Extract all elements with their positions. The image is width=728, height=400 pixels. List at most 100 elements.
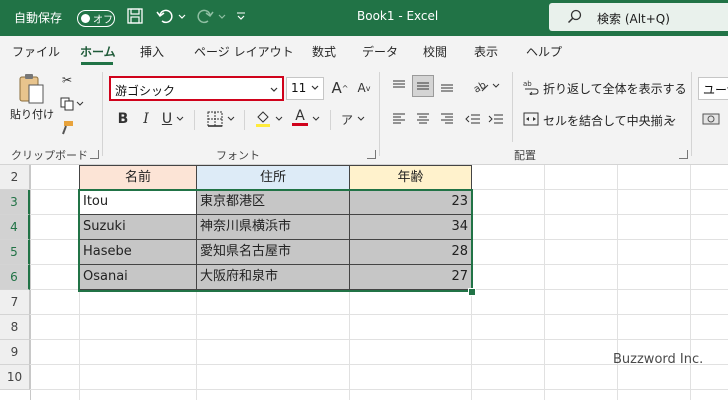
gridline xyxy=(30,314,728,315)
fill-handle[interactable] xyxy=(468,288,476,296)
underline-dropdown-icon[interactable] xyxy=(174,108,186,130)
divider xyxy=(102,72,103,156)
borders-icon[interactable] xyxy=(204,108,226,130)
save-icon[interactable] xyxy=(126,7,146,27)
number-format-value: ユーザ xyxy=(703,83,728,97)
accounting-format-icon[interactable] xyxy=(700,108,722,130)
row-header[interactable]: 6 xyxy=(0,265,30,290)
increase-indent-icon[interactable] xyxy=(485,108,507,130)
tab-view[interactable]: 表示 xyxy=(474,43,498,60)
font-color-dropdown-icon[interactable] xyxy=(310,108,322,130)
redo-icon[interactable] xyxy=(196,7,216,27)
merge-center-icon[interactable] xyxy=(522,110,540,128)
borders-dropdown-icon[interactable] xyxy=(225,108,237,130)
ribbon: 貼り付け ✂ クリップボード 游ゴシック 11 A ^ Av B I U A ア… xyxy=(0,66,728,165)
italic-button[interactable]: I xyxy=(135,108,157,130)
bold-button[interactable]: B xyxy=(112,108,134,130)
divider xyxy=(691,72,692,156)
divider xyxy=(379,72,380,156)
search-box[interactable]: 検索 (Alt+Q) xyxy=(549,3,728,31)
search-icon xyxy=(567,9,582,24)
font-launcher-icon[interactable] xyxy=(367,150,376,159)
row-header[interactable]: 8 xyxy=(0,315,30,340)
font-name-value: 游ゴシック xyxy=(115,84,176,98)
fill-color-icon[interactable] xyxy=(252,108,274,130)
font-size-dropdown[interactable]: 11 xyxy=(286,77,324,100)
align-right-icon[interactable] xyxy=(436,108,458,130)
wrap-text-label[interactable]: 折り返して全体を表示する xyxy=(543,80,687,97)
row-header[interactable]: 7 xyxy=(0,290,30,315)
font-size-value: 11 xyxy=(291,81,307,95)
header-cell-address[interactable]: 住所 xyxy=(196,165,350,190)
number-format-dropdown[interactable]: ユーザ xyxy=(698,77,728,100)
divider xyxy=(512,72,513,142)
align-left-icon[interactable] xyxy=(388,108,410,130)
align-bottom-icon[interactable] xyxy=(436,75,458,97)
row-header[interactable]: 10 xyxy=(0,365,30,390)
font-color-swatch xyxy=(292,122,308,126)
autosave-state: オフ xyxy=(93,15,113,26)
tab-home[interactable]: ホーム xyxy=(80,43,116,60)
customize-qat-icon[interactable] xyxy=(236,7,248,27)
orientation-dropdown-icon[interactable] xyxy=(490,75,502,97)
svg-text:ab: ab xyxy=(523,80,532,88)
ribbon-tabs: ファイル ホーム 挿入 ページ レイアウト 数式 データ 校閲 表示 ヘルプ xyxy=(0,36,728,66)
row-header[interactable]: 5 xyxy=(0,240,30,265)
row-header[interactable]: 2 xyxy=(0,165,30,190)
clipboard-group-label: クリップボード xyxy=(11,149,88,162)
cut-icon[interactable]: ✂ xyxy=(56,69,78,91)
decrease-indent-icon[interactable] xyxy=(462,108,484,130)
gridline xyxy=(30,389,728,390)
merge-center-label[interactable]: セルを結合して中央揃え xyxy=(543,112,675,129)
shrink-font-icon[interactable]: Av xyxy=(353,77,375,99)
row-header[interactable]: 4 xyxy=(0,215,30,240)
wrap-text-icon[interactable]: ab xyxy=(522,78,540,96)
alignment-group-label: 配置 xyxy=(514,149,536,162)
search-label: 検索 (Alt+Q) xyxy=(597,12,670,26)
clipboard-launcher-icon[interactable] xyxy=(90,150,99,159)
orientation-icon[interactable]: ab xyxy=(470,75,492,97)
copy-dropdown-icon[interactable] xyxy=(75,93,85,115)
divider xyxy=(244,110,245,130)
phonetic-dropdown-icon[interactable] xyxy=(355,108,367,130)
row-header[interactable]: 3 xyxy=(0,190,30,215)
tab-page-layout[interactable]: ページ レイアウト xyxy=(194,43,294,60)
divider xyxy=(194,110,195,130)
alignment-launcher-icon[interactable] xyxy=(679,150,688,159)
merge-dropdown-icon[interactable] xyxy=(666,110,678,132)
format-painter-icon[interactable] xyxy=(56,117,78,139)
header-cell-age[interactable]: 年齢 xyxy=(349,165,472,190)
undo-icon[interactable] xyxy=(156,7,176,27)
toggle-knob xyxy=(81,14,90,23)
autosave-toggle[interactable]: オフ xyxy=(77,10,115,27)
title-bar: 自動保存 オフ Book1 - Excel 検索 (Alt+Q) xyxy=(0,0,728,36)
watermark: Buzzword Inc. xyxy=(613,352,704,367)
paste-label[interactable]: 貼り付け xyxy=(10,106,54,122)
shrink-font-glyph: A xyxy=(357,81,366,95)
divider xyxy=(330,110,331,130)
chevron-down-icon xyxy=(270,87,278,92)
grow-font-glyph: A xyxy=(331,79,342,97)
tab-formulas[interactable]: 数式 xyxy=(312,43,336,60)
tab-help[interactable]: ヘルプ xyxy=(526,43,562,60)
paste-icon[interactable] xyxy=(14,72,50,108)
font-color-icon[interactable]: A xyxy=(289,106,311,128)
align-center-icon[interactable] xyxy=(412,108,434,130)
autosave-label: 自動保存 xyxy=(14,11,63,25)
worksheet-grid[interactable]: 2 3 4 5 6 7 8 9 10 名前 住所 年齢 Itou 東京都港区 2… xyxy=(0,165,728,400)
redo-dropdown-icon[interactable] xyxy=(218,7,228,27)
tab-review[interactable]: 校閲 xyxy=(423,43,447,60)
align-top-icon[interactable] xyxy=(388,75,410,97)
row-header[interactable]: 9 xyxy=(0,340,30,365)
selection-outline xyxy=(78,189,473,292)
tab-data[interactable]: データ xyxy=(362,43,398,60)
tab-insert[interactable]: 挿入 xyxy=(140,43,164,60)
fill-color-dropdown-icon[interactable] xyxy=(273,108,285,130)
header-cell-name[interactable]: 名前 xyxy=(79,165,197,190)
grow-font-icon[interactable]: A ^ xyxy=(329,77,351,99)
undo-dropdown-icon[interactable] xyxy=(178,7,188,27)
font-name-dropdown[interactable]: 游ゴシック xyxy=(109,76,284,101)
active-tab-indicator xyxy=(81,62,113,65)
tab-file[interactable]: ファイル xyxy=(12,43,60,60)
align-middle-icon[interactable] xyxy=(412,75,434,97)
